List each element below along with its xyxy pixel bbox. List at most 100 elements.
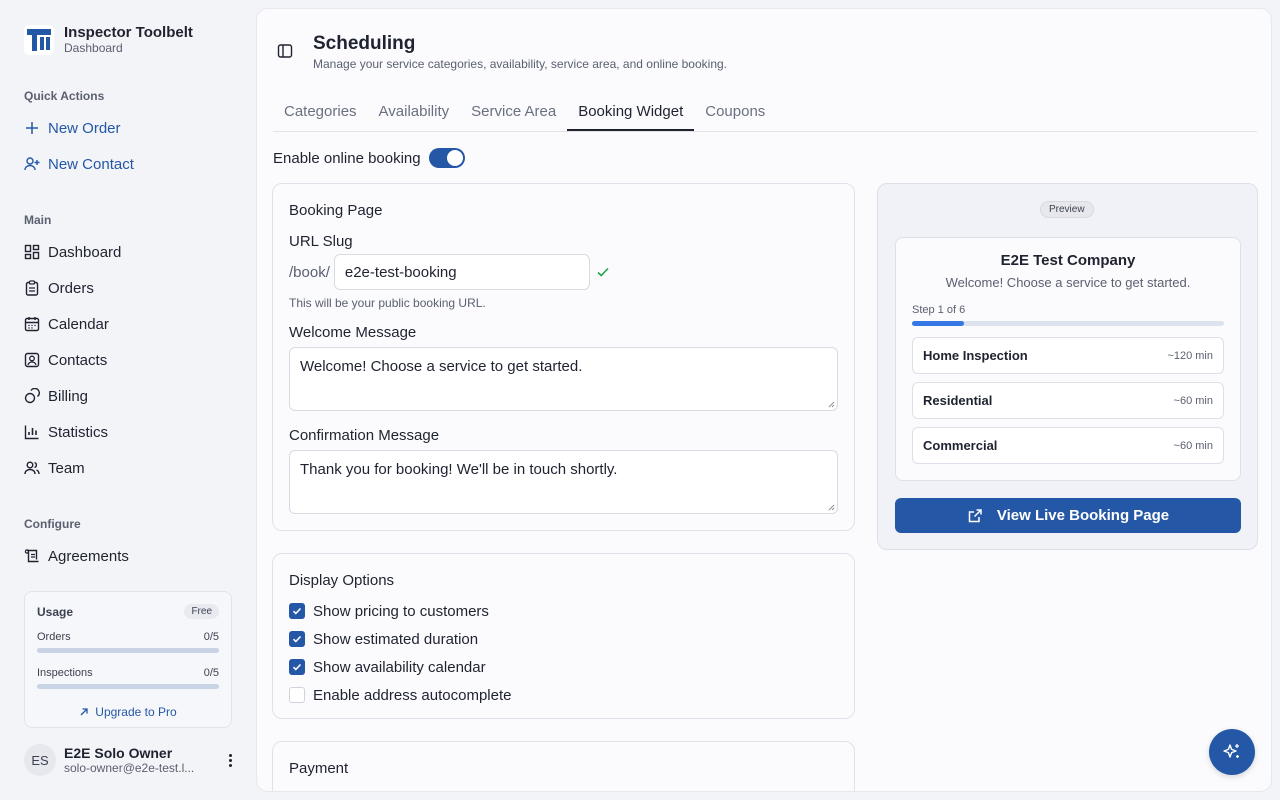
usage-value: 0/5: [203, 667, 219, 679]
preview-company-name: E2E Test Company: [1000, 252, 1136, 269]
confirmation-message-text: Thank you for booking! We'll be in touch…: [300, 461, 618, 478]
sidebar-item-billing[interactable]: Billing: [24, 385, 88, 407]
usage-panel: Usage Free Orders 0/5 Inspections 0/5 Up…: [24, 591, 232, 728]
external-link-icon: [968, 508, 982, 522]
sidebar-item-calendar[interactable]: Calendar: [24, 313, 109, 335]
option-show-calendar[interactable]: Show availability calendar: [289, 653, 838, 681]
sidebar-item-dashboard[interactable]: Dashboard: [24, 241, 121, 263]
resize-grip-icon[interactable]: [827, 503, 835, 511]
usage-bar-inspections: [37, 684, 219, 689]
sidebar-item-team[interactable]: Team: [24, 457, 85, 479]
tab-availability[interactable]: Availability: [368, 97, 461, 131]
brand-title: Inspector Toolbelt: [64, 24, 193, 41]
usage-label: Orders: [37, 631, 71, 643]
url-slug-label: URL Slug: [289, 233, 353, 250]
preview-progress-bar: [912, 321, 1224, 326]
user-plus-icon: [24, 156, 40, 172]
sidebar-item-label: Dashboard: [48, 243, 122, 261]
tab-service-area[interactable]: Service Area: [460, 97, 567, 131]
checkbox-checked-icon[interactable]: [289, 659, 305, 675]
display-options-title: Display Options: [289, 572, 395, 589]
brand[interactable]: Inspector Toolbelt Dashboard: [24, 24, 193, 56]
sidebar-item-contacts[interactable]: Contacts: [24, 349, 107, 371]
confirmation-message-label: Confirmation Message: [289, 427, 440, 444]
ai-assistant-button[interactable]: [1209, 729, 1255, 775]
sidebar-item-label: Team: [48, 459, 85, 477]
check-valid-icon: [597, 267, 609, 277]
sidebar-item-label: Calendar: [48, 315, 109, 333]
preview-progress-fill: [912, 321, 964, 326]
view-live-booking-label: View Live Booking Page: [996, 507, 1170, 524]
view-live-booking-button[interactable]: View Live Booking Page: [895, 498, 1241, 533]
sidebar-item-label: Statistics: [48, 423, 109, 441]
page-subtitle: Manage your service categories, availabi…: [313, 57, 728, 71]
sidebar-item-label: Contacts: [48, 351, 108, 369]
usage-value: 0/5: [203, 631, 219, 643]
welcome-message-text: Welcome! Choose a service to get started…: [300, 358, 583, 375]
booking-preview: Preview E2E Test Company Welcome! Choose…: [877, 183, 1258, 550]
checkbox-unchecked-icon[interactable]: [289, 687, 305, 703]
plan-badge: Free: [184, 604, 219, 619]
tab-booking-widget[interactable]: Booking Widget: [567, 97, 695, 131]
new-order-button[interactable]: New Order: [24, 117, 121, 139]
arrow-up-right-icon: [80, 708, 88, 716]
display-options-card: Display Options Show pricing to customer…: [272, 553, 855, 719]
confirmation-message-input[interactable]: Thank you for booking! We'll be in touch…: [289, 450, 838, 514]
preview-service-item[interactable]: Commercial ~60 min: [912, 427, 1224, 464]
sidebar-item-label: Orders: [48, 279, 94, 297]
new-contact-label: New Contact: [48, 155, 134, 173]
clipboard-icon: [24, 280, 40, 296]
configure-section-label: Configure: [24, 517, 81, 531]
option-show-pricing[interactable]: Show pricing to customers: [289, 597, 838, 625]
resize-grip-icon[interactable]: [827, 400, 835, 408]
preview-welcome: Welcome! Choose a service to get started…: [945, 275, 1191, 290]
sidebar-item-orders[interactable]: Orders: [24, 277, 94, 299]
tab-coupons[interactable]: Coupons: [694, 97, 776, 131]
option-label: Enable address autocomplete: [313, 686, 512, 704]
preview-service-item[interactable]: Home Inspection ~120 min: [912, 337, 1224, 374]
main-panel: Scheduling Manage your service categorie…: [256, 8, 1272, 792]
option-address-autocomplete[interactable]: Enable address autocomplete: [289, 681, 838, 709]
payment-card: Payment: [272, 741, 855, 791]
coins-icon: [24, 388, 40, 404]
new-contact-button[interactable]: New Contact: [24, 153, 134, 175]
plus-icon: [24, 120, 40, 136]
main-section-label: Main: [24, 213, 52, 227]
enable-booking-toggle[interactable]: [428, 148, 465, 168]
sidebar-item-agreements[interactable]: Agreements: [24, 545, 129, 567]
service-duration: ~120 min: [1167, 349, 1213, 362]
usage-title: Usage: [37, 604, 74, 619]
usage-row-orders: Orders 0/5: [37, 631, 219, 643]
avatar: ES: [24, 744, 56, 776]
usage-row-inspections: Inspections 0/5: [37, 667, 219, 679]
sidebar-toggle-icon[interactable]: [277, 43, 293, 59]
user-name: E2E Solo Owner: [64, 744, 173, 761]
booking-page-title: Booking Page: [289, 202, 383, 219]
quick-actions-label: Quick Actions: [24, 89, 105, 103]
option-label: Show estimated duration: [313, 630, 479, 648]
preview-service-item[interactable]: Residential ~60 min: [912, 382, 1224, 419]
service-duration: ~60 min: [1173, 439, 1213, 452]
tab-categories[interactable]: Categories: [273, 97, 368, 131]
user-email: solo-owner@e2e-test.l...: [64, 760, 195, 775]
more-vertical-icon[interactable]: [222, 750, 238, 770]
preview-card: E2E Test Company Welcome! Choose a servi…: [895, 237, 1241, 481]
preview-badge: Preview: [1040, 201, 1094, 218]
upgrade-link[interactable]: Upgrade to Pro: [37, 705, 219, 719]
service-name: Commercial: [923, 438, 998, 453]
option-show-duration[interactable]: Show estimated duration: [289, 625, 838, 653]
checkbox-checked-icon[interactable]: [289, 603, 305, 619]
contact-card-icon: [24, 352, 40, 368]
calendar-icon: [24, 316, 40, 332]
brand-logo-icon: [24, 25, 54, 55]
brand-subtitle: Dashboard: [64, 41, 123, 55]
user-menu[interactable]: ES E2E Solo Owner solo-owner@e2e-test.l.…: [24, 744, 240, 776]
service-name: Residential: [923, 393, 993, 408]
url-slug-helper: This will be your public booking URL.: [289, 296, 486, 310]
checkbox-checked-icon[interactable]: [289, 631, 305, 647]
welcome-message-input[interactable]: Welcome! Choose a service to get started…: [289, 347, 838, 411]
url-slug-input[interactable]: e2e-test-booking: [333, 254, 590, 290]
tab-bar: Categories Availability Service Area Boo…: [273, 97, 1257, 132]
sidebar-item-statistics[interactable]: Statistics: [24, 421, 108, 443]
welcome-message-label: Welcome Message: [289, 324, 417, 341]
